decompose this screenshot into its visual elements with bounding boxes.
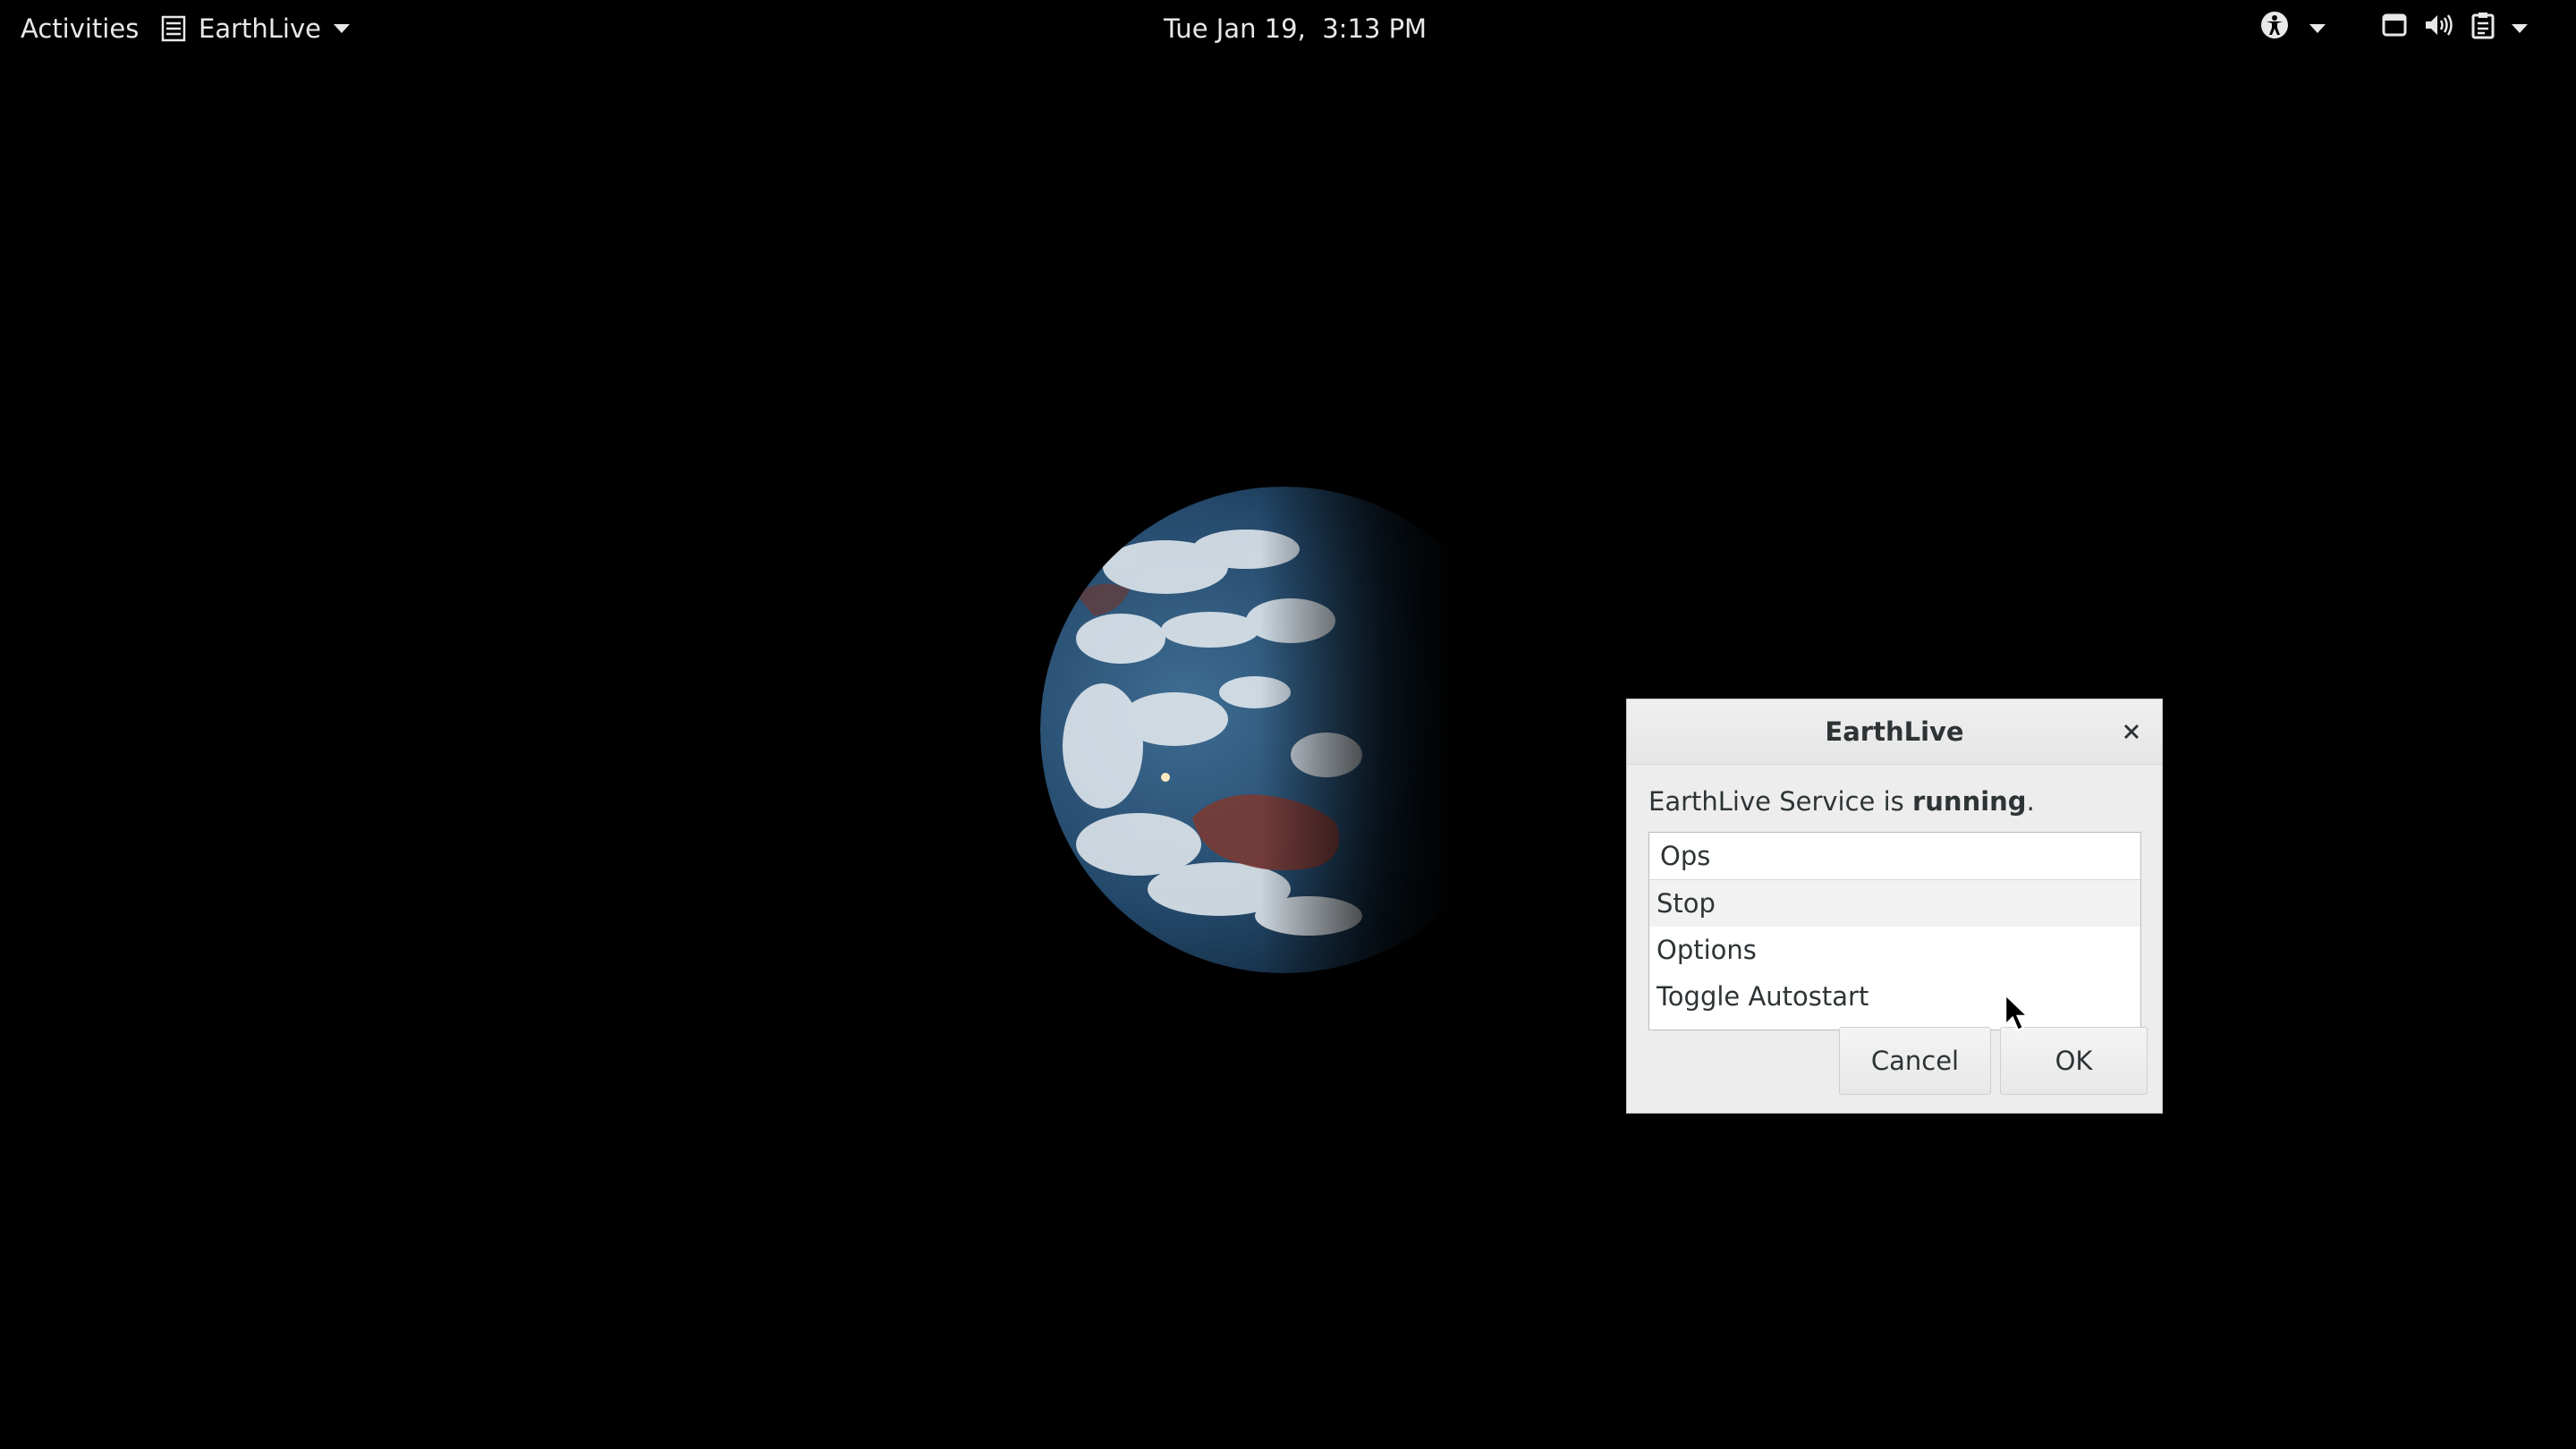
dialog-title: EarthLive [1825, 716, 1964, 747]
status-value: running [1911, 786, 2027, 817]
list-item-toggle-autostart[interactable]: Toggle Autostart [1649, 973, 2140, 1020]
mouse-cursor-icon [2004, 993, 2030, 1032]
accessibility-menu[interactable] [2259, 0, 2326, 56]
volume-icon [2424, 12, 2454, 45]
activities-button[interactable]: Activities [21, 0, 139, 56]
dialog-titlebar[interactable]: EarthLive [1627, 699, 2162, 765]
system-status-menu[interactable] [2381, 0, 2528, 56]
app-menu[interactable]: EarthLive [161, 0, 350, 56]
window-icon [2381, 12, 2408, 45]
clipboard-icon [2470, 11, 2496, 46]
ok-button[interactable]: OK [2000, 1027, 2148, 1095]
clock[interactable]: Tue Jan 19, 3:13 PM [1164, 0, 1427, 56]
list-item-stop[interactable]: Stop [1649, 880, 2140, 927]
earth-image [1040, 487, 1527, 973]
cancel-button[interactable]: Cancel [1839, 1027, 1991, 1095]
accessibility-icon [2259, 10, 2290, 47]
list-item-options[interactable]: Options [1649, 927, 2140, 973]
activities-label: Activities [21, 13, 140, 44]
desktop: Activities EarthLive Tue Jan 19, 3:13 PM [0, 0, 2576, 1449]
earthlive-dialog: EarthLive EarthLive Service is running. … [1626, 699, 2163, 1114]
ops-list: Ops Stop Options Toggle Autostart [1648, 832, 2141, 1030]
top-bar: Activities EarthLive Tue Jan 19, 3:13 PM [0, 0, 2576, 56]
app-menu-label: EarthLive [199, 13, 321, 44]
chevron-down-icon [2309, 23, 2326, 33]
status-text: EarthLive Service is running. [1648, 786, 2035, 817]
app-list-icon [161, 15, 186, 42]
chevron-down-icon [334, 23, 350, 33]
close-icon[interactable] [2121, 721, 2142, 742]
clock-label: Tue Jan 19, 3:13 PM [1164, 13, 1428, 44]
chevron-down-icon [2512, 23, 2528, 33]
status-prefix: EarthLive Service is [1648, 786, 1912, 817]
status-suffix: . [2026, 786, 2035, 817]
list-header[interactable]: Ops [1649, 833, 2140, 880]
